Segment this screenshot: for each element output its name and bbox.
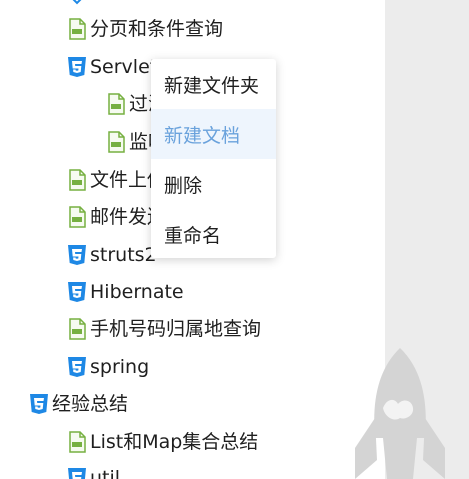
tree-item-util[interactable]: util bbox=[67, 463, 120, 479]
tree-item-experience-summary[interactable]: 经验总结 bbox=[29, 389, 128, 419]
tree-item-label: spring bbox=[90, 356, 150, 378]
html5-icon bbox=[67, 244, 87, 266]
html-file-icon bbox=[67, 18, 87, 40]
tree-item-label: util bbox=[90, 467, 121, 479]
menu-item-rename[interactable]: 重命名 bbox=[151, 209, 276, 259]
html-file-icon bbox=[67, 169, 87, 191]
tree-item-label: Servlet bbox=[90, 56, 158, 78]
tree-item-label: 手机号码归属地查询 bbox=[90, 318, 262, 340]
tree-item-hibernate[interactable]: Hibernate bbox=[67, 277, 184, 307]
html-file-icon bbox=[106, 93, 126, 115]
html5-icon bbox=[67, 56, 87, 78]
note-app-window: 分页和条件查询 Servlet 过滤 监听 文件上传 邮件发送 struts2 … bbox=[0, 0, 469, 479]
tree-item-servlet[interactable]: Servlet bbox=[67, 52, 157, 82]
menu-item-delete[interactable]: 删除 bbox=[151, 159, 276, 209]
html-file-icon bbox=[67, 431, 87, 453]
tree-item-label: 分页和条件查询 bbox=[90, 18, 224, 40]
tree-item-phone-lookup[interactable]: 手机号码归属地查询 bbox=[67, 314, 261, 344]
html5-icon bbox=[67, 281, 87, 303]
menu-item-new-folder[interactable]: 新建文件夹 bbox=[151, 59, 276, 109]
tree-item-label: Hibernate bbox=[90, 281, 184, 303]
tree-item-spring[interactable]: spring bbox=[67, 352, 149, 382]
tree-item-list-map-summary[interactable]: List和Map集合总结 bbox=[67, 427, 258, 457]
context-menu: 新建文件夹 新建文档 删除 重命名 bbox=[151, 59, 276, 258]
chevron-icon bbox=[67, 0, 87, 12]
html-file-icon bbox=[106, 131, 126, 153]
tree-item-label: struts2 bbox=[90, 244, 157, 266]
tree-item-label: 经验总结 bbox=[52, 393, 129, 415]
html5-icon bbox=[67, 356, 87, 378]
html-file-icon bbox=[67, 206, 87, 228]
tree-item-struts2[interactable]: struts2 bbox=[67, 240, 157, 270]
html5-icon bbox=[29, 393, 49, 415]
menu-item-new-document[interactable]: 新建文档 bbox=[151, 109, 276, 159]
tree-item-label: List和Map集合总结 bbox=[90, 431, 259, 453]
rocket-watermark-icon bbox=[355, 348, 445, 479]
html5-icon bbox=[67, 467, 87, 479]
tree-item-paging-query[interactable]: 分页和条件查询 bbox=[67, 14, 223, 44]
html-file-icon bbox=[67, 318, 87, 340]
